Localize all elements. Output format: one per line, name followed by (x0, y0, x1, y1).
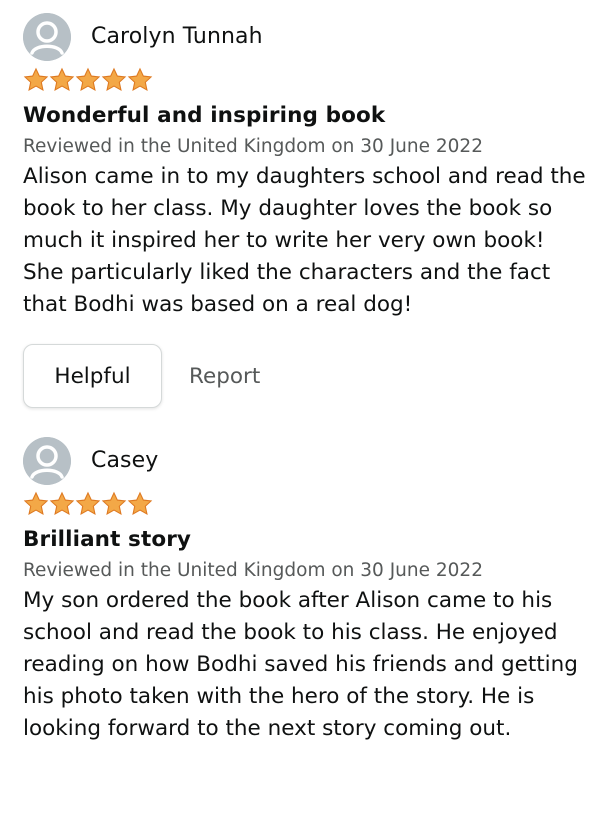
default-user-icon (23, 13, 71, 61)
reviewer-name[interactable]: Carolyn Tunnah (91, 23, 263, 51)
review-date: Reviewed in the United Kingdom on 30 Jun… (23, 560, 483, 581)
avatar[interactable] (23, 437, 71, 485)
review-card: Casey Brilliant story Reviewed in the Un… (0, 408, 600, 745)
review-title: Brilliant story (23, 527, 192, 552)
review-card: Carolyn Tunnah Wonderful and inspiring b… (0, 0, 600, 408)
default-user-icon (23, 437, 71, 485)
reviewer-name[interactable]: Casey (91, 447, 158, 475)
star-icon (127, 491, 153, 516)
star-rating[interactable] (23, 491, 584, 517)
star-icon (101, 491, 127, 516)
report-link[interactable]: Report (189, 364, 260, 389)
star-icon (23, 67, 49, 92)
star-rating[interactable] (23, 67, 584, 93)
star-icon (75, 491, 101, 516)
review-actions: Helpful Report (23, 344, 584, 408)
star-icon (49, 491, 75, 516)
star-icon (127, 67, 153, 92)
avatar[interactable] (23, 13, 71, 61)
star-icon (101, 67, 127, 92)
reviewer-profile[interactable]: Carolyn Tunnah (23, 12, 584, 62)
star-icon (49, 67, 75, 92)
review-text: Alison came in to my daughters school an… (23, 164, 586, 317)
star-icon (23, 491, 49, 516)
star-icon (75, 67, 101, 92)
review-date: Reviewed in the United Kingdom on 30 Jun… (23, 136, 483, 157)
reviewer-profile[interactable]: Casey (23, 436, 584, 486)
review-text: My son ordered the book after Alison cam… (23, 588, 578, 741)
helpful-button[interactable]: Helpful (23, 344, 162, 408)
review-title: Wonderful and inspiring book (23, 103, 386, 128)
